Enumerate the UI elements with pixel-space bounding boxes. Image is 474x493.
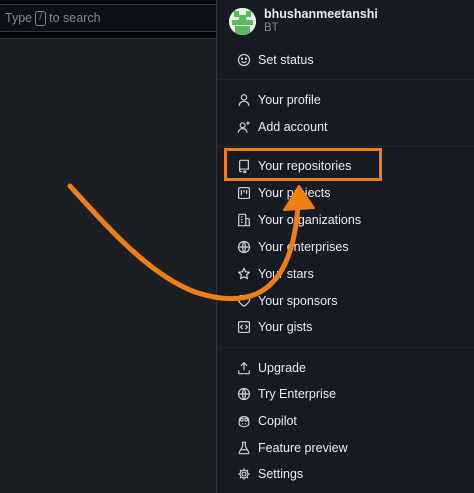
menu-item-your-profile[interactable]: Your profile <box>236 89 321 111</box>
slash-shortcut-key: / <box>35 10 47 26</box>
menu-item-label: Try Enterprise <box>258 387 337 401</box>
menu-item-label: Your gists <box>258 320 313 334</box>
menu-item-add-account[interactable]: Add account <box>236 116 328 138</box>
menu-item-your-projects[interactable]: Your projects <box>236 182 331 204</box>
repo-icon <box>236 159 251 174</box>
menu-item-label: Feature preview <box>258 441 348 455</box>
smiley-icon <box>236 53 251 68</box>
gear-icon <box>236 467 251 482</box>
menu-item-try-enterprise[interactable]: Try Enterprise <box>236 383 336 405</box>
menu-item-your-gists[interactable]: Your gists <box>236 316 312 338</box>
menu-item-label: Settings <box>258 467 304 481</box>
heart-icon <box>236 294 251 309</box>
menu-divider <box>217 79 474 80</box>
menu-item-your-repositories[interactable]: Your repositories <box>236 155 351 177</box>
search-placeholder-prefix: Type <box>5 11 33 25</box>
user-dropdown-menu: bhushanmeetanshi BT Set status Your prof… <box>216 0 474 493</box>
profile-display-name: BT <box>264 21 279 34</box>
menu-item-your-organizations[interactable]: Your organizations <box>236 209 361 231</box>
copilot-icon <box>236 414 251 429</box>
menu-item-your-enterprises[interactable]: Your enterprises <box>236 236 349 258</box>
menu-item-feature-preview[interactable]: Feature preview <box>236 437 348 459</box>
beaker-icon <box>236 441 251 456</box>
menu-divider <box>217 347 474 348</box>
menu-item-your-stars[interactable]: Your stars <box>236 263 314 285</box>
menu-item-label: Your profile <box>258 93 321 107</box>
menu-item-copilot[interactable]: Copilot <box>236 410 297 432</box>
menu-item-your-sponsors[interactable]: Your sponsors <box>236 290 337 312</box>
menu-item-label: Copilot <box>258 414 297 428</box>
menu-item-label: Your sponsors <box>258 294 338 308</box>
menu-item-label: Your enterprises <box>258 240 349 254</box>
code-square-icon <box>236 320 251 335</box>
upload-icon <box>236 361 251 376</box>
menu-item-label: Your repositories <box>258 159 352 173</box>
person-icon <box>236 93 251 108</box>
menu-item-upgrade[interactable]: Upgrade <box>236 357 306 379</box>
menu-item-settings[interactable]: Settings <box>236 463 303 485</box>
avatar <box>229 7 256 35</box>
menu-item-label: Upgrade <box>258 361 306 375</box>
menu-item-label: Your projects <box>258 186 331 200</box>
menu-divider <box>217 146 474 147</box>
search-input[interactable]: Type / to search <box>0 4 224 32</box>
profile-header[interactable]: bhushanmeetanshi BT <box>229 4 378 38</box>
menu-item-label: Add account <box>258 120 328 134</box>
page: Type / to search bhushanmeetanshi BT Set… <box>0 0 474 493</box>
profile-username: bhushanmeetanshi <box>264 7 378 22</box>
star-icon <box>236 267 251 282</box>
page-background <box>0 39 216 493</box>
menu-item-label: Set status <box>258 53 314 67</box>
person-add-icon <box>236 120 251 135</box>
header-bar: Type / to search <box>0 0 224 39</box>
search-placeholder-suffix: to search <box>49 11 101 25</box>
organization-icon <box>236 213 251 228</box>
project-icon <box>236 186 251 201</box>
menu-item-label: Your stars <box>258 267 314 281</box>
menu-item-label: Your organizations <box>258 213 362 227</box>
globe-icon <box>236 240 251 255</box>
menu-item-set-status[interactable]: Set status <box>236 49 314 71</box>
globe-icon <box>236 387 251 402</box>
